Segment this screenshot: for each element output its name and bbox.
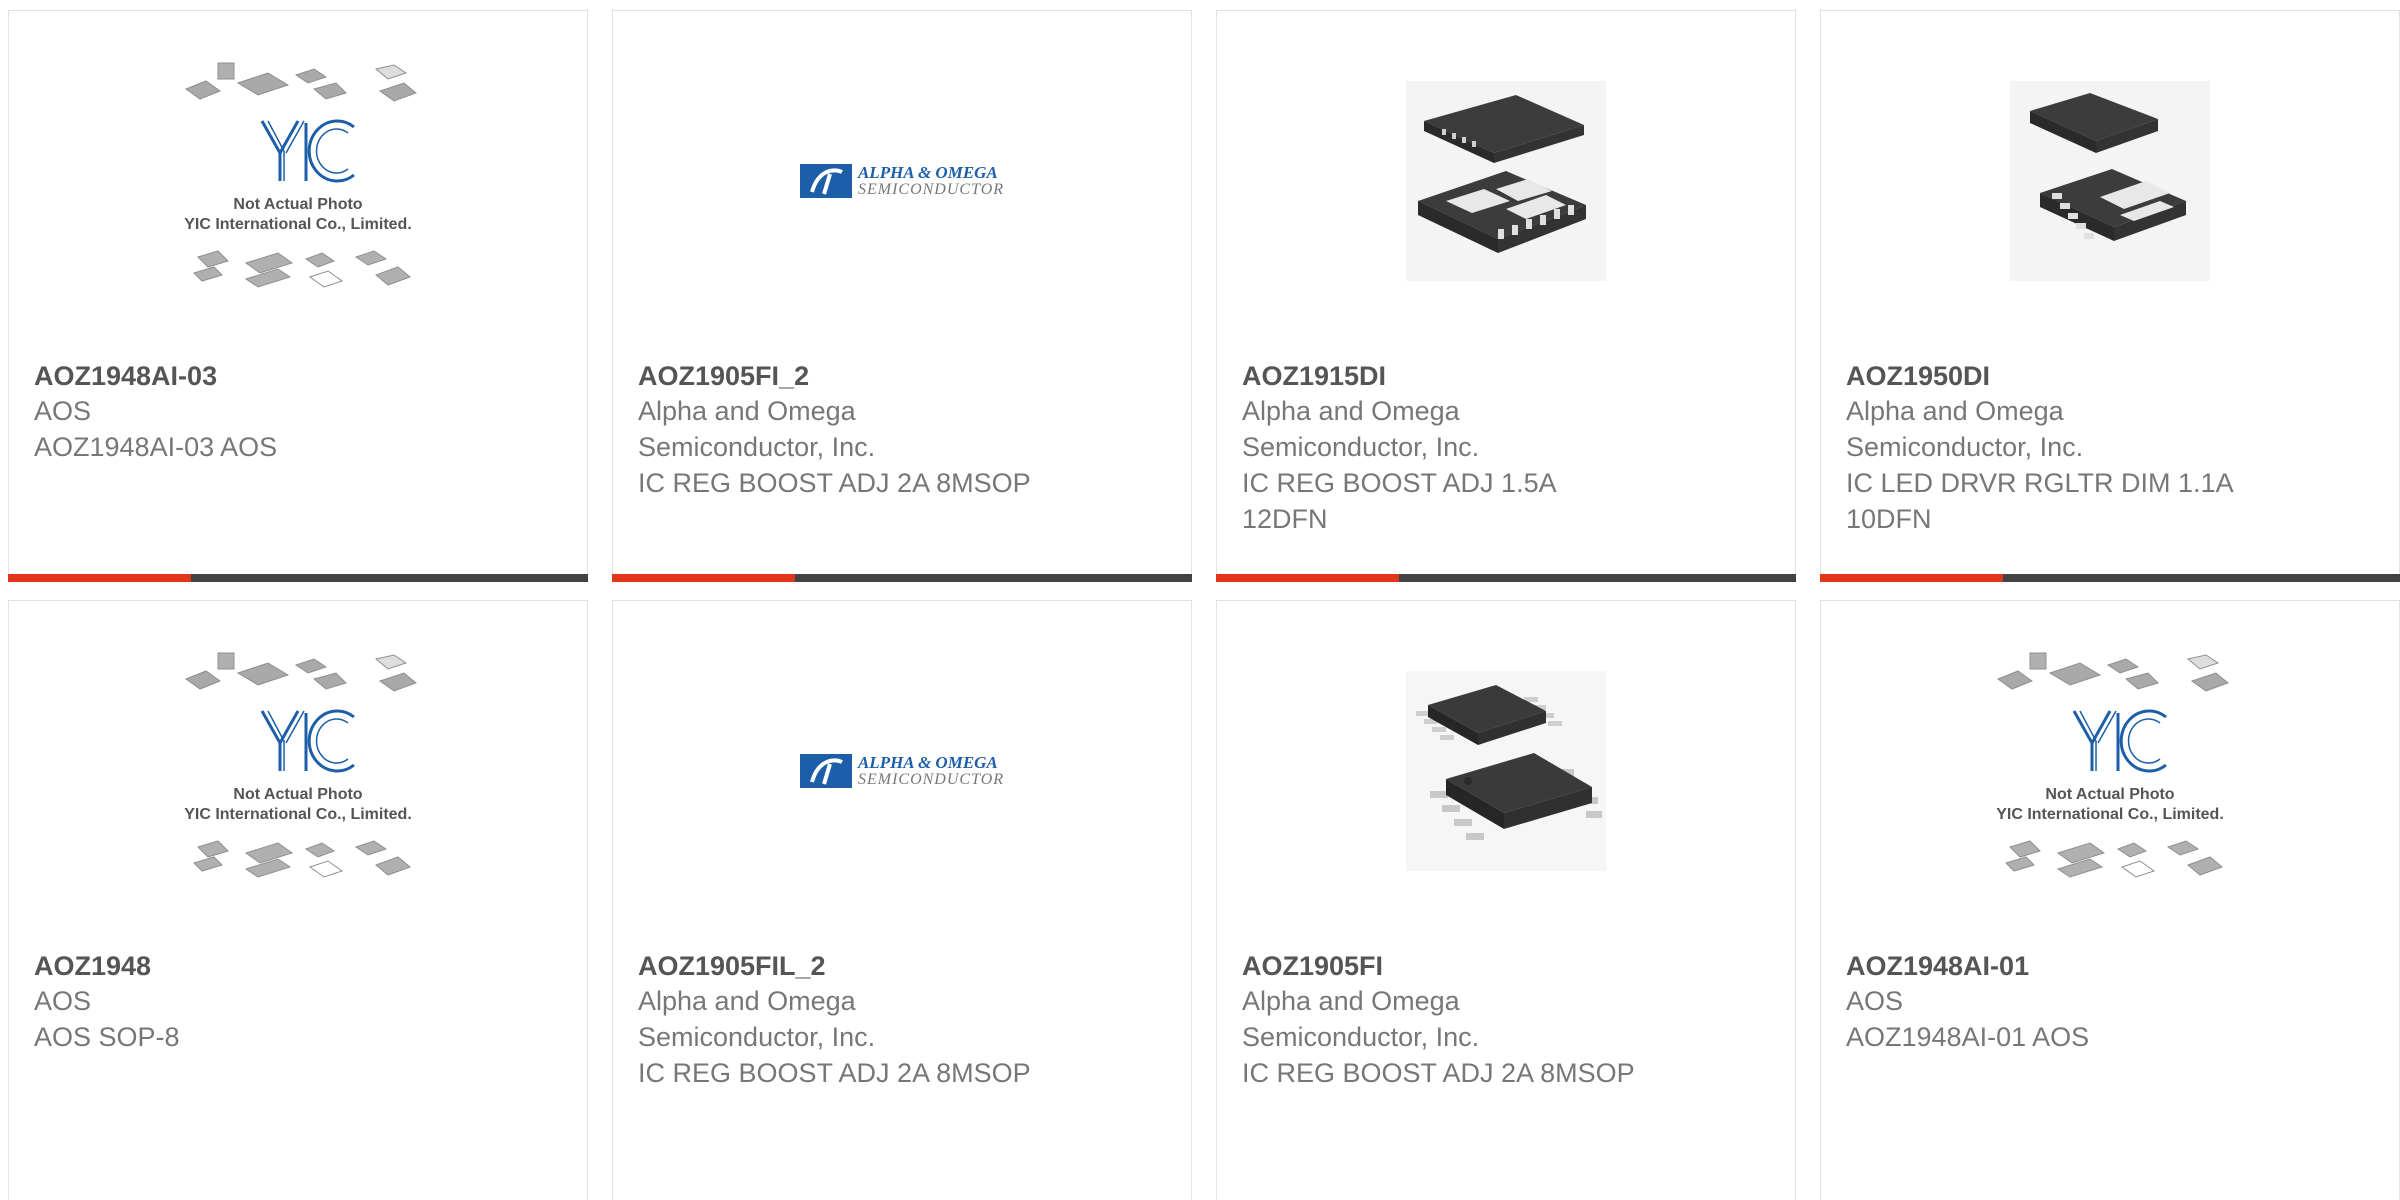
description: AOS SOP-8 [34,1022,180,1052]
manufacturer: Alpha and Omega Semiconductor, Inc. [638,986,876,1052]
part-number[interactable]: AOZ1915DI [1242,359,1770,393]
description: IC REG BOOST ADJ 2A 8MSOP [1242,1058,1635,1088]
manufacturer: Alpha and Omega Semiconductor, Inc. [638,396,876,462]
card-bottom-bar [8,574,588,582]
description: AOZ1948AI-01 AOS [1846,1022,2090,1052]
product-card[interactable]: AOZ1905FI Alpha and Omega Semiconductor,… [1216,600,1796,1200]
product-image-placeholder: Not Actual Photo YIC International Co., … [1821,601,2399,941]
product-image-placeholder: Not Actual Photo YIC International Co., … [9,11,587,351]
product-grid: Not Actual Photo YIC International Co., … [0,0,2400,1200]
product-card[interactable]: Not Actual Photo YIC International Co., … [1820,600,2400,1200]
svg-text:YIC International Co., Limited: YIC International Co., Limited. [184,806,412,823]
card-accent [1820,574,2003,582]
manufacturer: AOS [34,396,92,426]
manufacturer: Alpha and Omega Semiconductor, Inc. [1242,396,1480,462]
svg-text:Not Actual Photo: Not Actual Photo [233,786,362,803]
product-info: AOZ1948AI-01 AOS AOZ1948AI-01 AOS [1846,949,2374,1055]
svg-text:YIC International Co., Limited: YIC International Co., Limited. [184,216,412,233]
product-image-aos-logo: ALPHA & OMEGA SEMICONDUCTOR [613,11,1191,351]
manufacturer: Alpha and Omega Semiconductor, Inc. [1242,986,1480,1052]
product-image-aos-logo: ALPHA & OMEGA SEMICONDUCTOR [613,601,1191,941]
card-bottom-bar [1216,574,1796,582]
description: AOZ1948AI-03 AOS [34,432,278,462]
part-number[interactable]: AOZ1948 [34,949,562,983]
product-info: AOZ1905FIL_2 Alpha and Omega Semiconduct… [638,949,1166,1091]
product-card[interactable]: ALPHA & OMEGA SEMICONDUCTOR AOZ1905FIL_2… [612,600,1192,1200]
aos-logo: ALPHA & OMEGA SEMICONDUCTOR [799,163,1005,198]
manufacturer: Alpha and Omega Semiconductor, Inc. [1846,396,2084,462]
product-info: AOZ1915DI Alpha and Omega Semiconductor,… [1242,359,1770,537]
product-info: AOZ1905FI_2 Alpha and Omega Semiconducto… [638,359,1166,501]
product-card[interactable]: AOZ1915DI Alpha and Omega Semiconductor,… [1216,10,1796,582]
product-image-placeholder: Not Actual Photo YIC International Co., … [9,601,587,941]
product-card[interactable]: Not Actual Photo YIC International Co., … [8,600,588,1200]
aos-logo-line1: ALPHA & OMEGA [857,163,998,182]
description: IC LED DRVR RGLTR DIM 1.1A 10DFN [1846,468,2233,534]
manufacturer: AOS [1846,986,1904,1016]
card-bottom-bar [1820,574,2400,582]
part-number[interactable]: AOZ1950DI [1846,359,2374,393]
aos-logo-line1: ALPHA & OMEGA [857,753,998,772]
manufacturer: AOS [34,986,92,1016]
description: IC REG BOOST ADJ 1.5A 12DFN [1242,468,1556,534]
part-number[interactable]: AOZ1948AI-03 [34,359,562,393]
product-info: AOZ1948 AOS AOS SOP-8 [34,949,562,1055]
card-accent [612,574,795,582]
card-bottom-bar [612,574,1192,582]
product-card[interactable]: ALPHA & OMEGA SEMICONDUCTOR AOZ1905FI_2 … [612,10,1192,582]
aos-logo: ALPHA & OMEGA SEMICONDUCTOR [799,753,1005,788]
product-card[interactable]: Not Actual Photo YIC International Co., … [8,10,588,582]
product-image-dfn12 [1217,11,1795,351]
aos-logo-line2: SEMICONDUCTOR [857,771,1005,788]
card-accent [8,574,191,582]
product-image-msop8 [1217,601,1795,941]
part-number[interactable]: AOZ1905FI_2 [638,359,1166,393]
description: IC REG BOOST ADJ 2A 8MSOP [638,1058,1031,1088]
product-info: AOZ1950DI Alpha and Omega Semiconductor,… [1846,359,2374,537]
svg-text:YIC International Co., Limited: YIC International Co., Limited. [1996,806,2224,823]
part-number[interactable]: AOZ1905FIL_2 [638,949,1166,983]
description: IC REG BOOST ADJ 2A 8MSOP [638,468,1031,498]
part-number[interactable]: AOZ1948AI-01 [1846,949,2374,983]
product-card[interactable]: AOZ1950DI Alpha and Omega Semiconductor,… [1820,10,2400,582]
product-info: AOZ1905FI Alpha and Omega Semiconductor,… [1242,949,1770,1091]
product-info: AOZ1948AI-03 AOS AOZ1948AI-03 AOS [34,359,562,465]
svg-text:Not Actual Photo: Not Actual Photo [233,196,362,213]
product-image-dfn10 [1821,11,2399,351]
svg-text:Not Actual Photo: Not Actual Photo [2045,786,2174,803]
aos-logo-line2: SEMICONDUCTOR [857,181,1005,198]
part-number[interactable]: AOZ1905FI [1242,949,1770,983]
card-accent [1216,574,1399,582]
